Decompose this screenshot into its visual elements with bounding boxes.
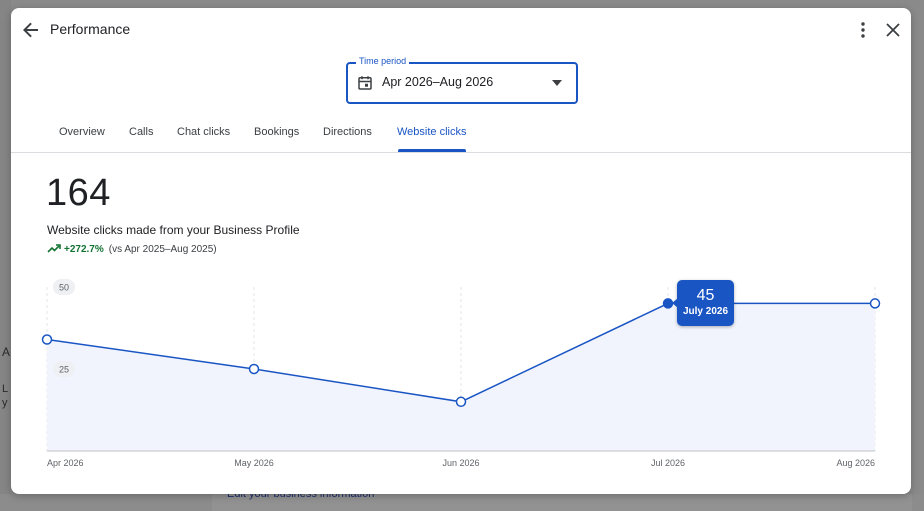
tooltip-date: July 2026 xyxy=(682,306,729,317)
calendar-icon xyxy=(358,76,372,90)
time-period-select[interactable]: Time period Apr 2026–Aug 2026 xyxy=(346,56,578,104)
y-tick-label: 25 xyxy=(59,365,69,375)
time-period-label: Time period xyxy=(356,56,410,66)
backdrop-fragment-l: L y xyxy=(2,382,8,410)
tab-bookings[interactable]: Bookings xyxy=(254,126,299,138)
metric-trend: +272.7% (vs Apr 2025–Aug 2025) xyxy=(47,243,217,255)
y-tick-pill xyxy=(53,279,75,295)
arrow-back-icon xyxy=(23,22,38,38)
dropdown-arrow-icon xyxy=(552,80,562,86)
x-tick-label: May 2026 xyxy=(234,458,274,468)
x-tick-label: Aug 2026 xyxy=(836,458,875,468)
chart-point xyxy=(41,334,53,345)
x-tick-label: Jul 2026 xyxy=(651,458,685,468)
tab-calls[interactable]: Calls xyxy=(129,126,153,138)
chart-series-line xyxy=(46,302,875,403)
backdrop-fragment-a: A xyxy=(2,345,11,359)
tab-directions[interactable]: Directions xyxy=(323,126,372,138)
time-period-value: Apr 2026–Aug 2026 xyxy=(382,75,494,89)
tab-chat-clicks[interactable]: Chat clicks xyxy=(177,126,230,138)
active-tab-indicator xyxy=(398,149,466,152)
y-tick-pill xyxy=(53,361,75,377)
performance-dialog: Performance Time period Apr 2026–Aug 202… xyxy=(11,8,911,494)
backdrop-fragment-l1: L xyxy=(2,383,9,395)
x-tick-label: Jun 2026 xyxy=(442,458,479,468)
backdrop-left-panel xyxy=(0,0,11,511)
metric-tabs: Overview Calls Chat clicks Bookings Dire… xyxy=(11,118,911,153)
chart-point xyxy=(869,298,881,309)
tab-website-clicks[interactable]: Website clicks xyxy=(397,126,466,138)
backdrop-right-panel xyxy=(912,0,924,511)
chart-area xyxy=(47,303,875,451)
metric-comparison: (vs Apr 2025–Aug 2025) xyxy=(108,244,217,255)
backdrop-fragment-l2: y xyxy=(2,397,8,409)
trending-up-icon xyxy=(47,244,61,253)
metric-description: Website clicks made from your Business P… xyxy=(47,223,300,237)
x-tick-label: Apr 2026 xyxy=(47,458,84,468)
chart-point xyxy=(248,363,260,375)
back-button[interactable] xyxy=(19,18,43,42)
dialog-header: Performance xyxy=(11,8,911,52)
more-options-button[interactable] xyxy=(851,18,875,42)
metric-total: 164 xyxy=(46,172,111,214)
tooltip-value: 45 xyxy=(696,287,715,304)
dialog-title: Performance xyxy=(50,21,131,37)
metric-change: +272.7% xyxy=(64,244,104,255)
tab-overview[interactable]: Overview xyxy=(59,126,105,138)
y-tick-label: 50 xyxy=(59,283,69,293)
chart-tooltip: 45 July 2026 xyxy=(672,280,734,326)
chart-point xyxy=(455,396,467,408)
more-vert-icon xyxy=(861,22,865,38)
close-button[interactable] xyxy=(881,18,905,42)
close-icon xyxy=(886,23,900,37)
tooltip-pointer xyxy=(672,298,678,308)
